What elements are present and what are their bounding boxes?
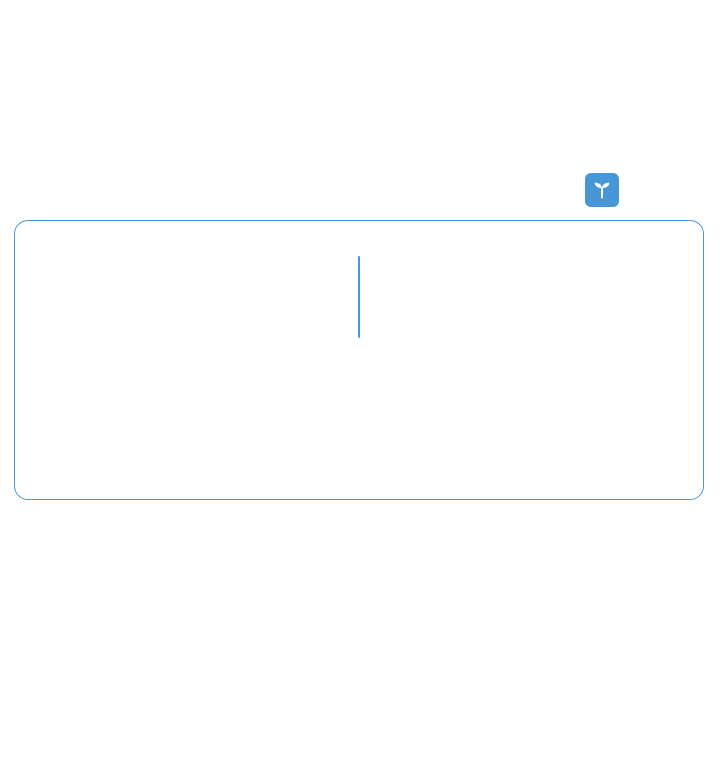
stage [0, 0, 720, 765]
sprout-icon [591, 179, 613, 201]
sprout-badge[interactable] [585, 173, 619, 207]
text-caret [358, 256, 360, 338]
